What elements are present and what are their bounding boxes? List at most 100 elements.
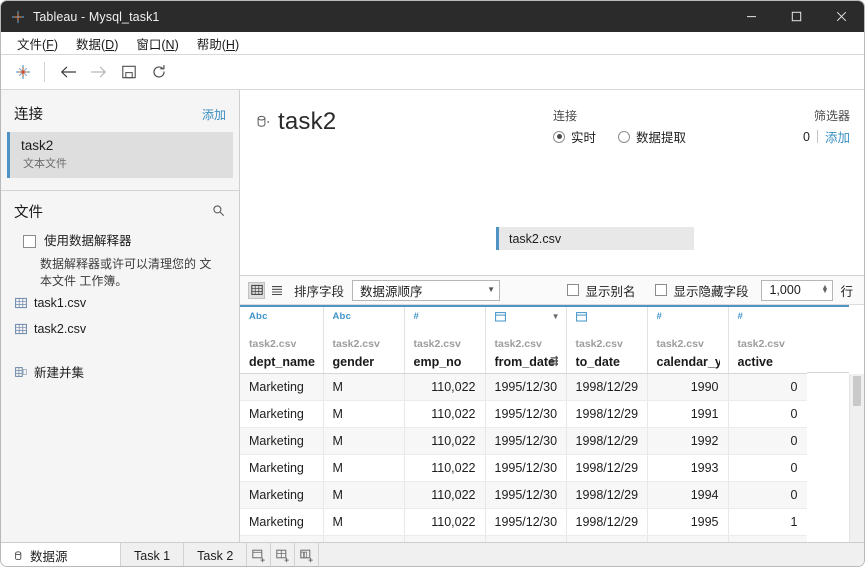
search-icon[interactable] [212,204,225,220]
show-hidden-fields-checkbox[interactable] [655,284,668,296]
connection-mode-options: 实时 数据提取 [553,127,708,146]
tableau-window: Tableau - Mysql_task1 文件(F) 数据(D) 窗口(N) … [0,0,865,567]
cell: 1995/12/30 [485,535,567,542]
forward-arrow-icon[interactable] [85,60,112,84]
show-hidden-fields-toggle[interactable]: 显示隐藏字段 [649,281,748,300]
cell: Marketing [240,535,324,542]
row-limit-value: 1,000 [769,283,801,297]
data-interpreter-label: 使用数据解释器 [44,234,132,248]
cell: M [323,373,405,401]
cell: 0 [728,427,808,455]
file-item-task2[interactable]: task2.csv [1,316,239,342]
scrollbar-thumb[interactable] [853,376,861,406]
sort-field-select[interactable]: 数据源顺序 ▼ [352,279,501,301]
column-header-active[interactable]: # task2.csv active [728,305,808,374]
close-button[interactable] [819,1,864,32]
data-interpreter-row[interactable]: 使用数据解释器 [1,226,239,249]
main-area: 连接 添加 task2 文本文件 文件 使用数据解释器 数据解释器或许可以清理您… [1,90,864,542]
column-name: active [737,355,773,369]
new-story-icon[interactable] [295,543,320,566]
show-alias-toggle[interactable]: 显示别名 [561,281,635,300]
column-header-from-date[interactable]: ▼ task2.csv from_date ⇶ [485,305,567,374]
column-header-calendar-year[interactable]: # task2.csv calendar_y... [647,305,729,374]
new-worksheet-icon[interactable] [247,543,272,566]
stepper-icon[interactable]: ▲ ▼ [822,284,829,295]
save-icon[interactable] [115,60,142,84]
column-type-icon: Abc [249,311,268,322]
table-row[interactable]: Marketing M 110,022 1995/12/30 1998/12/2… [240,427,808,455]
table-row[interactable]: Marketing M 110,022 1995/12/30 1998/12/2… [240,454,808,482]
column-name: calendar_y... [656,355,720,369]
tableau-logo-icon[interactable] [12,61,34,83]
column-source: task2.csv [575,338,623,350]
bottom-tab-bar: 数据源 Task 1 Task 2 [1,542,864,566]
column-header-dept-name[interactable]: Abc task2.csv dept_name [240,305,324,374]
menu-data[interactable]: 数据(D) [67,32,127,55]
column-header-emp-no[interactable]: # task2.csv emp_no [404,305,486,374]
column-header-gender[interactable]: Abc task2.csv gender [323,305,405,374]
cell: 1998/12/29 [566,454,648,482]
list-view-icon[interactable] [268,282,285,299]
menu-window[interactable]: 窗口(N) [127,32,187,55]
data-interpreter-checkbox[interactable] [23,235,36,248]
column-name: dept_name [249,355,315,369]
file-name: task2.csv [34,322,87,336]
menu-help[interactable]: 帮助(H) [188,32,248,55]
cell: 1995/12/30 [485,373,567,401]
refresh-icon[interactable] [145,60,172,84]
cell: 110,022 [404,427,486,455]
back-arrow-icon[interactable] [55,60,82,84]
new-dashboard-icon[interactable] [271,543,296,566]
table-row[interactable]: Marketing M 110,022 1995/12/30 1998/12/2… [240,535,808,542]
add-connection-link[interactable]: 添加 [202,106,226,123]
cell: 0 [728,454,808,482]
row-limit-input[interactable]: 1,000 ▲ ▼ [761,279,834,301]
chevron-down-icon[interactable]: ▼ [552,312,560,321]
title-bar: Tableau - Mysql_task1 [1,1,864,32]
union-icon [15,366,27,378]
cell: 1 [728,508,808,536]
grid-view-icon[interactable] [248,281,265,299]
cell: Marketing [240,454,324,482]
cell: M [323,508,405,536]
bottom-bar-filler [319,543,864,566]
maximize-button[interactable] [774,1,819,32]
tab-task-1[interactable]: Task 1 [121,543,185,566]
radio-live-control[interactable] [553,130,565,143]
column-source: task2.csv [737,338,785,350]
minimize-button[interactable] [729,1,774,32]
cell: 110,022 [404,535,486,542]
show-alias-checkbox[interactable] [567,284,580,296]
file-item-task1[interactable]: task1.csv [1,290,239,316]
cell: 1998/12/29 [566,508,648,536]
rows-suffix-label: 行 [840,284,853,299]
cell: 1995/12/30 [485,481,567,509]
table-row[interactable]: Marketing M 110,022 1995/12/30 1998/12/2… [240,400,808,428]
tab-task-2[interactable]: Task 2 [184,543,248,566]
cell: M [323,400,405,428]
tab-datasource[interactable]: 数据源 [1,543,121,566]
radio-live[interactable]: 实时 [553,127,596,146]
sort-indicator-icon[interactable]: ⇶ [550,356,558,367]
tableau-icon [10,9,26,25]
new-union-item[interactable]: 新建并集 [1,356,239,387]
cell: 1995/12/30 [485,508,567,536]
connection-item-task2[interactable]: task2 文本文件 [7,132,233,178]
grid-vertical-scrollbar[interactable] [849,374,864,542]
canvas-table-chip[interactable]: task2.csv [496,227,694,250]
table-row[interactable]: Marketing M 110,022 1995/12/30 1998/12/2… [240,481,808,509]
table-row[interactable]: Marketing M 110,022 1995/12/30 1998/12/2… [240,373,808,401]
column-header-to-date[interactable]: task2.csv to_date [566,305,648,374]
menu-file[interactable]: 文件(F) [8,32,67,55]
radio-extract[interactable]: 数据提取 [618,127,686,146]
table-row[interactable]: Marketing M 110,022 1995/12/30 1998/12/2… [240,508,808,536]
cell: 0 [728,373,808,401]
tab-datasource-label: 数据源 [30,550,68,564]
radio-extract-control[interactable] [618,130,631,143]
cell: 1992 [647,427,729,455]
connections-header: 连接 添加 [1,90,239,129]
add-filter-link[interactable]: 添加 [825,127,850,146]
cell: Marketing [240,508,324,536]
cell: M [323,454,405,482]
cell: 1994 [647,481,729,509]
